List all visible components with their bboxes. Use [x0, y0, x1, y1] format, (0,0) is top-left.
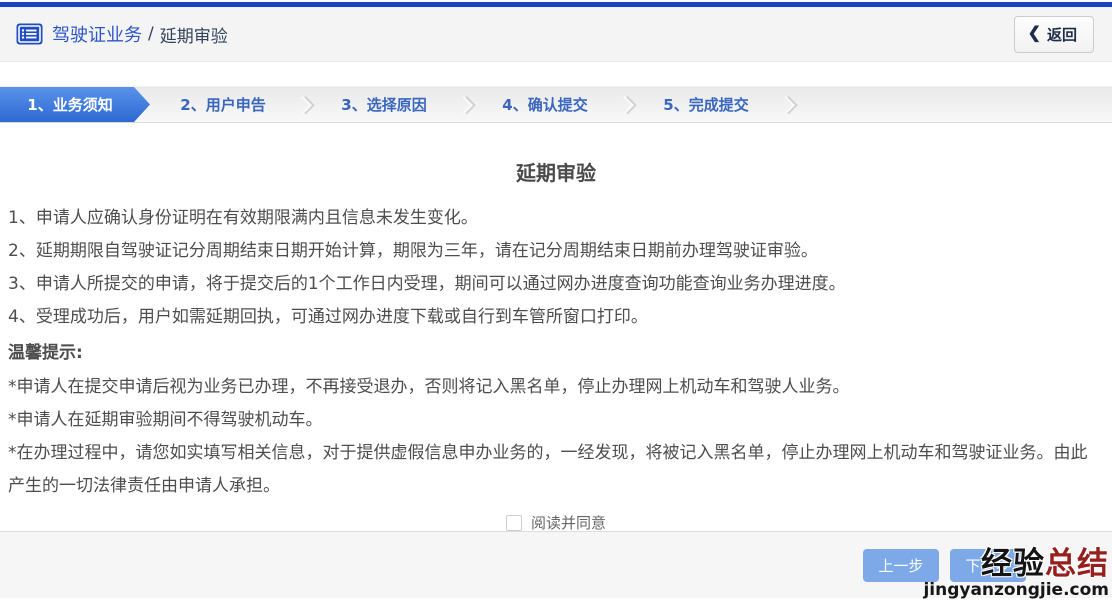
list-icon	[16, 23, 43, 45]
step-5-complete-submit: 5、完成提交	[633, 87, 779, 122]
tips-heading: 温馨提示:	[8, 336, 1104, 371]
step-progress-bar: 1、业务须知 2、用户申告 3、选择原因 4、确认提交 5、完成提交	[0, 86, 1112, 123]
step-4-confirm-submit: 4、确认提交	[472, 87, 618, 122]
notice-item-1: 1、申请人应确认身份证明在有效期限满内且信息未发生变化。	[8, 202, 1104, 235]
breadcrumb-page: 延期审验	[160, 22, 228, 47]
next-step-button[interactable]: 下一步	[950, 549, 1026, 582]
agree-checkbox[interactable]	[506, 515, 522, 531]
tip-item-3: *在办理过程中，请您如实填写相关信息，对于提供虚假信息申办业务的，一经发现，将被…	[8, 437, 1104, 503]
tip-item-2: *申请人在延期审验期间不得驾驶机动车。	[8, 404, 1104, 437]
chevron-right-separator-icon	[294, 96, 312, 114]
step-1-business-notice: 1、业务须知	[0, 87, 150, 122]
chevron-left-icon: ❮	[1028, 26, 1041, 42]
breadcrumb-separator: /	[148, 24, 154, 44]
footer-action-bar: 上一步 下一步	[0, 531, 1112, 598]
back-button[interactable]: ❮ 返回	[1014, 16, 1094, 53]
chevron-right-separator-icon	[455, 96, 473, 114]
page-title: 延期审验	[8, 157, 1104, 186]
breadcrumb-section[interactable]: 驾驶证业务	[52, 21, 142, 47]
agree-row: 阅读并同意	[8, 512, 1104, 533]
agree-label: 阅读并同意	[531, 512, 606, 533]
tip-item-1: *申请人在提交申请后视为业务已办理，不再接受退办，否则将记入黑名单，停止办理网上…	[8, 371, 1104, 404]
chevron-right-separator-icon	[616, 96, 634, 114]
main-content: 延期审验 1、申请人应确认身份证明在有效期限满内且信息未发生变化。 2、延期期限…	[0, 157, 1112, 533]
previous-step-button[interactable]: 上一步	[863, 549, 939, 582]
step-2-user-declaration: 2、用户申告	[150, 87, 296, 122]
back-button-label: 返回	[1047, 24, 1077, 45]
notice-item-3: 3、申请人所提交的申请，将于提交后的1个工作日内受理，期间可以通过网办进度查询功…	[8, 268, 1104, 301]
page: 驾驶证业务 / 延期审验 ❮ 返回 1、业务须知 2、用户申告 3、选择原因 4…	[0, 0, 1112, 606]
notice-item-2: 2、延期期限自驾驶证记分周期结束日期开始计算，期限为三年，请在记分周期结束日期前…	[8, 235, 1104, 268]
step-3-select-reason: 3、选择原因	[311, 87, 457, 122]
notice-item-4: 4、受理成功后，用户如需延期回执，可通过网办进度下载或自行到车管所窗口打印。	[8, 301, 1104, 334]
header: 驾驶证业务 / 延期审验 ❮ 返回	[0, 7, 1112, 62]
chevron-right-separator-icon	[777, 96, 795, 114]
